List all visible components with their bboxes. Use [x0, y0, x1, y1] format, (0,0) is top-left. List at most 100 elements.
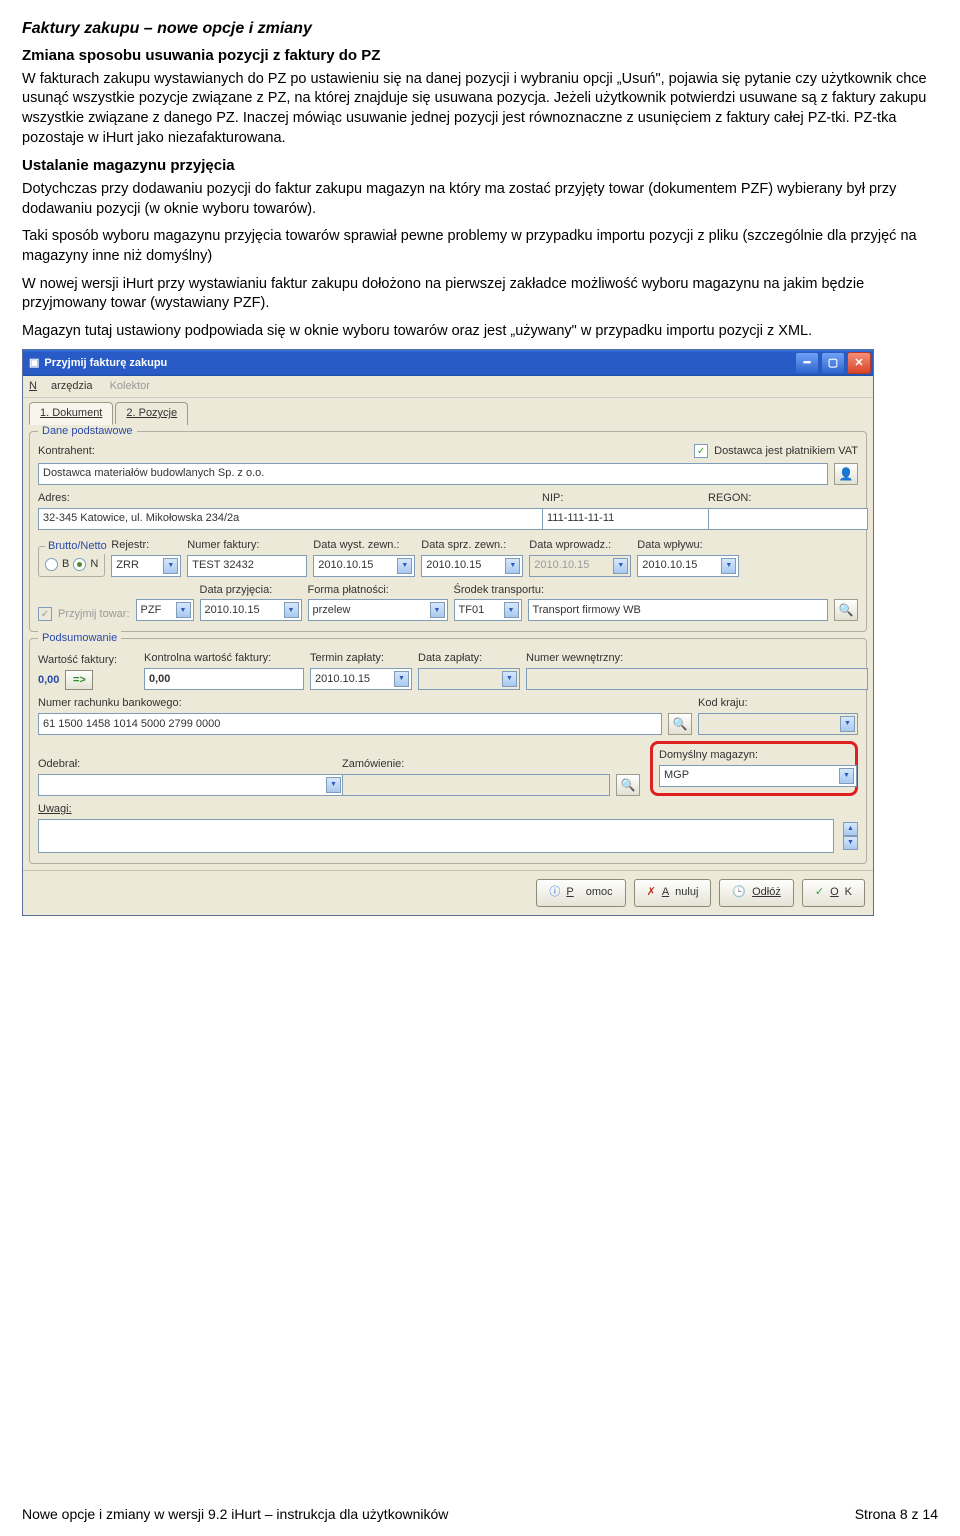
uwagi-label: Uwagi:	[38, 802, 858, 817]
data-sprz-select[interactable]: 2010.10.15▼	[421, 555, 523, 577]
kontrahent-lookup-button[interactable]: 👤	[834, 463, 858, 485]
przyjmij-towar-select[interactable]: PZF▼	[136, 599, 194, 621]
odebral-select[interactable]: ▼	[38, 774, 344, 796]
menubar: Narzędzia Kolektor	[23, 376, 873, 398]
clock-icon: 🕒	[732, 885, 746, 900]
brutto-radio[interactable]	[45, 558, 58, 571]
data-wprow-label: Data wprowadz.:	[529, 538, 631, 553]
rachunek-lookup-button[interactable]: 🔍	[668, 713, 692, 735]
data-wplywu-select[interactable]: 2010.10.15▼	[637, 555, 739, 577]
forma-platnosci-select[interactable]: przelew▼	[308, 599, 448, 621]
nip-label: NIP:	[542, 491, 702, 506]
group-title-podsum: Podsumowanie	[38, 631, 121, 646]
chevron-down-icon: ▼	[613, 558, 628, 574]
chevron-down-icon: ▼	[163, 558, 178, 574]
srodek-lookup-button[interactable]: 🔍	[834, 599, 858, 621]
kontrolna-wartosc-field[interactable]: 0,00	[144, 668, 304, 690]
data-wprow-select: 2010.10.15▼	[529, 555, 631, 577]
zamowienie-field	[342, 774, 610, 796]
numer-faktury-label: Numer faktury:	[187, 538, 307, 553]
menu-kolektor: Kolektor	[110, 380, 150, 392]
srodek-transportu-select[interactable]: TF01▼	[454, 599, 522, 621]
data-sprz-label: Data sprz. zewn.:	[421, 538, 523, 553]
uwagi-field[interactable]	[38, 819, 834, 853]
kontrahent-label: Kontrahent:	[38, 444, 95, 459]
dostawca-vat-checkbox[interactable]: ✓	[694, 444, 708, 458]
numer-wewnetrzny-label: Numer wewnętrzny:	[526, 651, 858, 666]
footer-left: Nowe opcje i zmiany w wersji 9.2 iHurt –…	[22, 1505, 448, 1524]
arrow-copy-button[interactable]: =>	[65, 670, 93, 690]
scroll-down-icon[interactable]: ▼	[843, 836, 858, 850]
maximize-button[interactable]: ▢	[821, 352, 845, 374]
adres-field[interactable]: 32-345 Katowice, ul. Mikołowska 234/2a	[38, 508, 546, 530]
brutto-netto-label: Brutto/Netto	[45, 539, 110, 554]
regon-field[interactable]	[708, 508, 868, 530]
netto-label: N	[90, 557, 98, 572]
adres-label: Adres:	[38, 491, 536, 506]
anuluj-button[interactable]: ✗Anuluj	[634, 879, 712, 907]
srodek-transportu-label: Środek transportu:	[454, 583, 858, 598]
chevron-down-icon: ▼	[721, 558, 736, 574]
data-przyjecia-select[interactable]: 2010.10.15▼	[200, 599, 302, 621]
data-zaplaty-label: Data zapłaty:	[418, 651, 520, 666]
scroll-up-icon[interactable]: ▲	[843, 822, 858, 836]
cancel-icon: ✗	[647, 885, 656, 900]
domyslny-magazyn-label: Domyślny magazyn:	[659, 748, 849, 763]
info-icon: ⓘ	[549, 885, 560, 900]
tab-bar: 1. Dokument 2. Pozycje	[23, 398, 873, 425]
forma-platnosci-label: Forma płatności:	[308, 583, 448, 598]
tab-dokument[interactable]: 1. Dokument	[29, 402, 113, 425]
termin-zaplaty-label: Termin zapłaty:	[310, 651, 412, 666]
kontrahent-field[interactable]: Dostawca materiałów budowlanych Sp. z o.…	[38, 463, 828, 485]
srodek-transportu-desc: Transport firmowy WB	[528, 599, 828, 621]
chevron-down-icon: ▼	[430, 602, 445, 618]
section2-title: Ustalanie magazynu przyjęcia	[22, 156, 938, 176]
section1-title: Zmiana sposobu usuwania pozycji z faktur…	[22, 46, 938, 66]
rejestr-select[interactable]: ZRR▼	[111, 555, 181, 577]
menu-narzedzia[interactable]: Narzędzia	[29, 380, 93, 392]
data-wyst-label: Data wyst. zewn.:	[313, 538, 415, 553]
chevron-down-icon: ▼	[176, 602, 191, 618]
kod-kraju-label: Kod kraju:	[698, 696, 858, 711]
kontrolna-wartosc-label: Kontrolna wartość faktury:	[144, 651, 304, 666]
kod-kraju-select[interactable]: ▼	[698, 713, 858, 735]
window-title: Przyjmij fakturę zakupu	[44, 356, 795, 371]
data-wyst-select[interactable]: 2010.10.15▼	[313, 555, 415, 577]
tab-pozycje[interactable]: 2. Pozycje	[115, 402, 188, 425]
chevron-down-icon: ▼	[326, 777, 341, 793]
netto-radio[interactable]	[73, 558, 86, 571]
group-dane-podstawowe: Dane podstawowe Kontrahent: ✓ Dostawca j…	[29, 431, 867, 632]
numer-wewnetrzny-field	[526, 668, 868, 690]
data-zaplaty-select[interactable]: ▼	[418, 668, 520, 690]
pomoc-button[interactable]: ⓘPomoc	[536, 879, 625, 907]
przyjmij-towar-label: Przyjmij towar:	[58, 607, 130, 622]
nr-rachunku-field[interactable]: 61 1500 1458 1014 5000 2799 0000	[38, 713, 662, 735]
regon-label: REGON:	[708, 491, 858, 506]
zamowienie-lookup-button[interactable]: 🔍	[616, 774, 640, 796]
chevron-down-icon: ▼	[502, 671, 517, 687]
page-title: Faktury zakupu – nowe opcje i zmiany	[22, 18, 938, 40]
chevron-down-icon: ▼	[504, 602, 519, 618]
nr-rachunku-label: Numer rachunku bankowego:	[38, 696, 692, 711]
close-button[interactable]: ✕	[847, 352, 871, 374]
dostawca-vat-label: Dostawca jest płatnikiem VAT	[714, 444, 858, 459]
page-footer: Nowe opcje i zmiany w wersji 9.2 iHurt –…	[22, 1505, 938, 1524]
titlebar[interactable]: ▣ Przyjmij fakturę zakupu ━ ▢ ✕	[23, 350, 873, 376]
odebral-label: Odebrał:	[38, 757, 336, 772]
wartosc-faktury-label: Wartość faktury:	[38, 653, 138, 668]
check-icon: ✓	[815, 885, 824, 900]
ok-button[interactable]: ✓OK	[802, 879, 865, 907]
brutto-label: B	[62, 557, 69, 572]
nip-field[interactable]: 111-111-11-11	[542, 508, 712, 530]
group-title-dane: Dane podstawowe	[38, 424, 137, 439]
numer-faktury-field[interactable]: TEST 32432	[187, 555, 307, 577]
zamowienie-label: Zamówienie:	[342, 757, 640, 772]
app-icon: ▣	[29, 356, 39, 371]
chevron-down-icon: ▼	[839, 768, 854, 784]
data-wplywu-label: Data wpływu:	[637, 538, 739, 553]
domyslny-magazyn-select[interactable]: MGP▼	[659, 765, 857, 787]
minimize-button[interactable]: ━	[795, 352, 819, 374]
termin-zaplaty-select[interactable]: 2010.10.15▼	[310, 668, 412, 690]
chevron-down-icon: ▼	[505, 558, 520, 574]
odloz-button[interactable]: 🕒Odłóż	[719, 879, 793, 907]
